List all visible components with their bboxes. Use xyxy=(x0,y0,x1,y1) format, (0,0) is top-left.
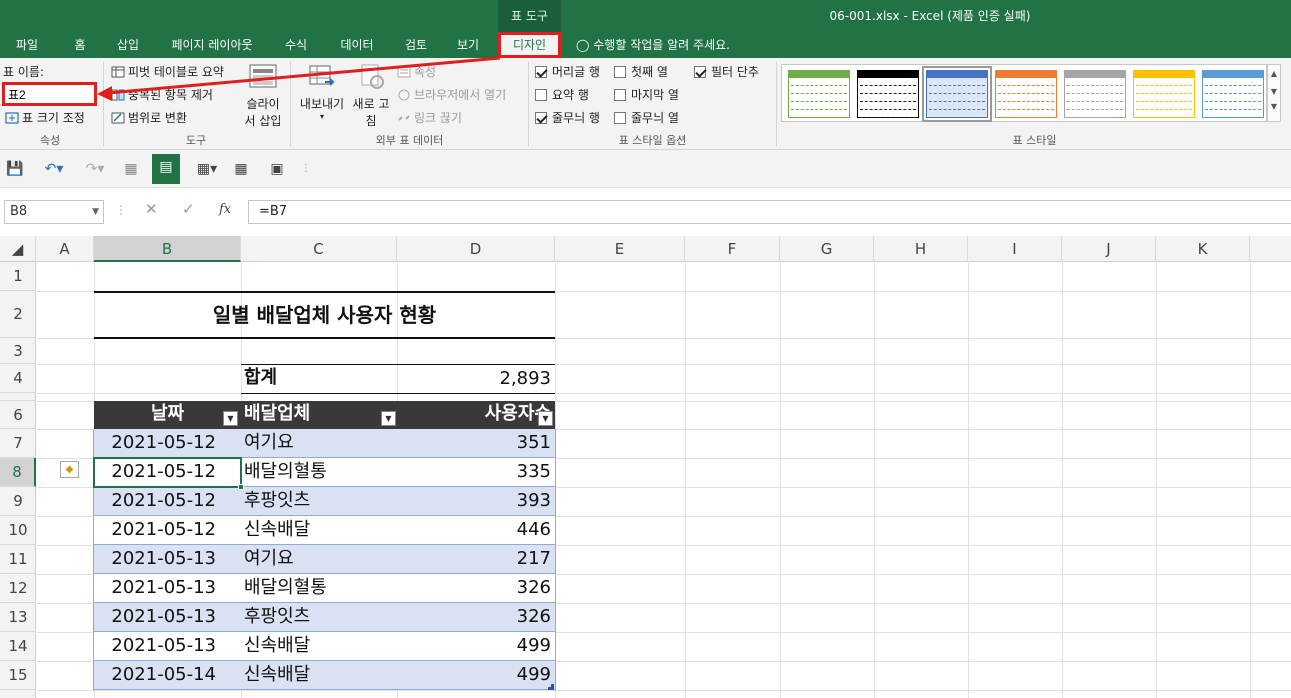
sheet-title: 일별 배달업체 사용자 현황 xyxy=(212,303,437,327)
borders-icon[interactable]: ▦▾ xyxy=(192,156,222,182)
column-header-b[interactable]: B xyxy=(94,236,241,262)
table-resize-handle[interactable] xyxy=(548,684,554,690)
error-warning-icon[interactable]: ◆ xyxy=(60,461,79,478)
row-header[interactable]: 12 xyxy=(0,574,36,603)
customize-qat-icon[interactable]: ⋮ xyxy=(300,156,312,182)
name-box-dropdown-icon[interactable]: ▼ xyxy=(92,201,99,223)
row-header[interactable]: 7 xyxy=(0,429,36,458)
column-header-e[interactable]: E xyxy=(555,236,685,262)
insert-function-icon[interactable]: fx xyxy=(219,202,231,217)
grid-icon[interactable]: ▦ xyxy=(230,156,252,182)
filter-dropdown-icon[interactable]: ▼ xyxy=(538,411,553,426)
active-cell-border xyxy=(93,457,242,488)
column-headers: ◢ A B C D E F G H I J K xyxy=(0,236,1291,262)
column-header-h[interactable]: H xyxy=(874,236,968,262)
grid-line xyxy=(37,393,1291,394)
column-header-f[interactable]: F xyxy=(685,236,780,262)
row-header[interactable]: 3 xyxy=(0,338,36,364)
column-header-g[interactable]: G xyxy=(780,236,874,262)
row-header[interactable]: 1 xyxy=(0,262,36,291)
column-header-k[interactable]: K xyxy=(1156,236,1250,262)
enter-icon[interactable]: ✓ xyxy=(182,200,195,218)
filter-dropdown-icon[interactable]: ▼ xyxy=(381,411,396,426)
column-header-j[interactable]: J xyxy=(1062,236,1156,262)
row-header[interactable]: 13 xyxy=(0,603,36,632)
quick-access-toolbar: 💾 ↶▾ ↷▾ ▦ ▤ ▦▾ ▦ ▣ ⋮ xyxy=(0,150,1291,188)
grid-line xyxy=(37,364,1291,365)
row-header[interactable]: 8 xyxy=(0,458,36,487)
select-all-corner[interactable]: ◢ xyxy=(0,236,36,262)
form-icon[interactable]: ▦ xyxy=(120,156,142,182)
row-header[interactable]: 10 xyxy=(0,516,36,545)
total-label: 합계 xyxy=(244,367,278,388)
undo-icon[interactable]: ↶▾ xyxy=(38,156,70,182)
outer-border-icon[interactable]: ▣ xyxy=(266,156,288,182)
formula-input[interactable]: =B7 xyxy=(248,200,1291,224)
redo-icon[interactable]: ↷▾ xyxy=(80,156,110,182)
name-box-value: B8 xyxy=(10,204,28,219)
column-header-i[interactable]: I xyxy=(968,236,1062,262)
row-headers: 1 2 3 4 6 7 8 9 10 11 12 13 14 15 xyxy=(0,262,36,698)
title-top-border xyxy=(94,291,555,293)
row-header[interactable]: 14 xyxy=(0,632,36,661)
total-bottom-border xyxy=(241,393,555,394)
row-header[interactable]: 2 xyxy=(0,291,36,338)
row-header[interactable]: 9 xyxy=(0,487,36,516)
header-users: 사용자수 xyxy=(484,403,551,424)
column-header-d[interactable]: D xyxy=(397,236,555,262)
total-value: 2,893 xyxy=(499,368,551,389)
title-bottom-border xyxy=(94,337,555,339)
formula-bar-grip-icon: ⋮ xyxy=(115,203,127,217)
column-header-c[interactable]: C xyxy=(241,236,397,262)
row-header[interactable]: 15 xyxy=(0,661,36,690)
header-date: 날짜 xyxy=(150,403,185,424)
filter-dropdown-icon[interactable]: ▼ xyxy=(223,411,238,426)
save-icon[interactable]: 💾 xyxy=(4,156,26,182)
row-header[interactable] xyxy=(0,393,36,401)
table-toggle-icon[interactable]: ▤ xyxy=(152,154,180,184)
header-company: 배달업체 xyxy=(244,403,311,424)
column-header-a[interactable]: A xyxy=(36,236,94,262)
row-header[interactable]: 11 xyxy=(0,545,36,574)
row-header[interactable]: 4 xyxy=(0,364,36,393)
row-header[interactable]: 6 xyxy=(0,401,36,429)
name-box[interactable]: B8 ▼ xyxy=(4,200,104,224)
fill-handle[interactable] xyxy=(238,484,244,490)
cancel-icon[interactable]: ✕ xyxy=(145,200,158,218)
